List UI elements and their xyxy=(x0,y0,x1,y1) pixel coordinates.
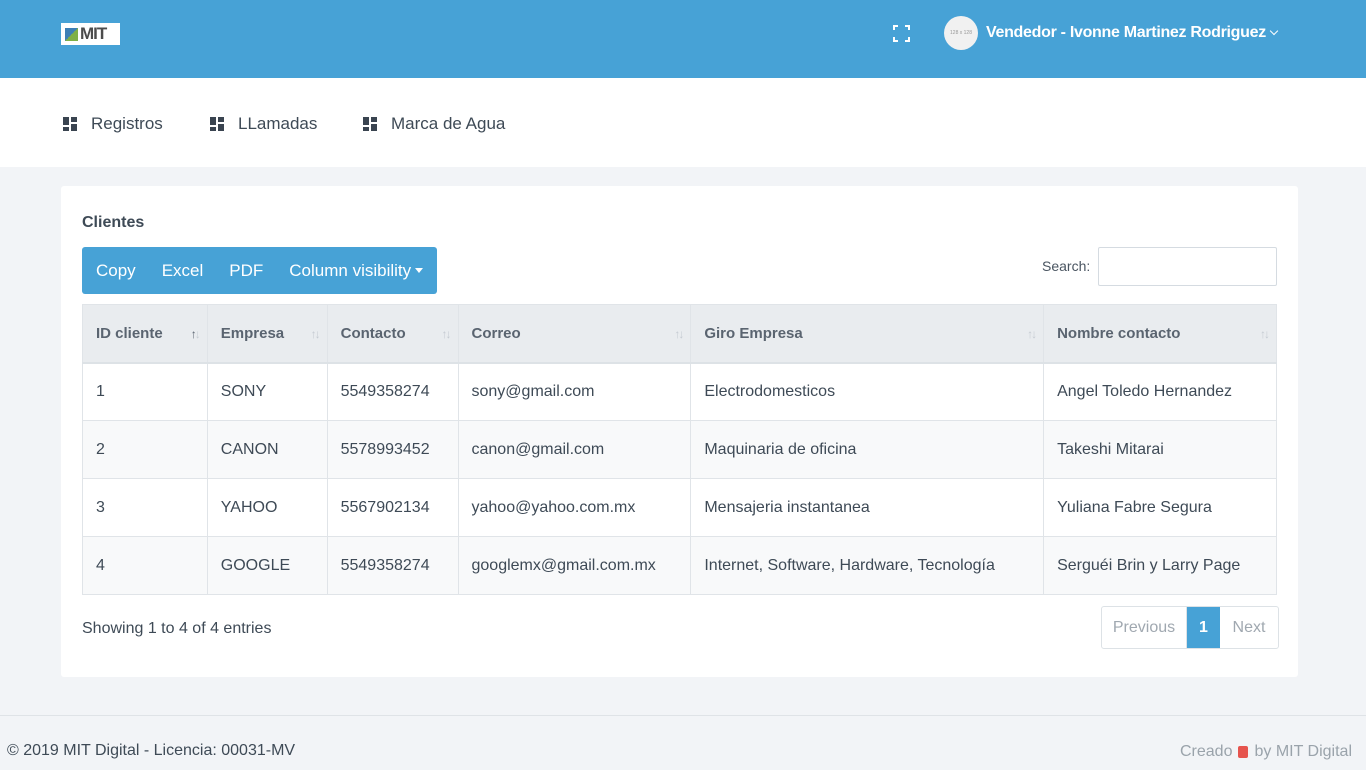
cell-empresa: GOOGLE xyxy=(206,536,328,595)
fullscreen-icon[interactable] xyxy=(893,25,910,42)
table-row[interactable]: 1 SONY 5549358274 sony@gmail.com Electro… xyxy=(82,362,1277,421)
nav-item-llamadas[interactable]: LLamadas xyxy=(210,114,317,134)
cell-id: 4 xyxy=(82,536,208,595)
dashboard-icon xyxy=(363,117,377,131)
table-header-row: ID cliente ↑↓ Empresa ↑↓ Contacto ↑↓ Correo… xyxy=(82,304,1277,364)
nav-item-label: LLamadas xyxy=(238,114,318,133)
cell-empresa: YAHOO xyxy=(206,478,328,537)
column-header-giro-empresa[interactable]: Giro Empresa ↑↓ xyxy=(690,304,1045,364)
nav-item-marca-de-agua[interactable]: Marca de Agua xyxy=(363,114,505,134)
table-row[interactable]: 2 CANON 5578993452 canon@gmail.com Maqui… xyxy=(82,420,1277,479)
brand-logo[interactable]: MIT xyxy=(61,23,120,45)
dashboard-icon xyxy=(63,117,77,131)
dashboard-icon xyxy=(210,117,224,131)
cell-contacto: 5549358274 xyxy=(326,536,459,595)
next-page-button[interactable]: Next xyxy=(1220,607,1278,648)
column-header-empresa[interactable]: Empresa ↑↓ xyxy=(206,304,328,364)
nav-item-label: Registros xyxy=(91,114,163,133)
sort-icon: ↑↓ xyxy=(441,327,452,341)
cell-contacto: 5549358274 xyxy=(326,362,459,421)
table-info: Showing 1 to 4 of 4 entries xyxy=(82,620,272,637)
cell-id: 1 xyxy=(82,362,208,421)
sort-icon: ↑↓ xyxy=(310,327,321,341)
column-header-nombre-contacto[interactable]: Nombre contacto ↑↓ xyxy=(1043,304,1277,364)
search-input[interactable] xyxy=(1098,247,1277,286)
logo-mark-icon xyxy=(65,27,78,41)
table-row[interactable]: 3 YAHOO 5567902134 yahoo@yahoo.com.mx Me… xyxy=(82,478,1277,537)
excel-button[interactable]: Excel xyxy=(162,261,204,281)
column-visibility-label: Column visibility xyxy=(289,260,412,280)
cell-correo: googlemx@gmail.com.mx xyxy=(457,536,692,595)
cell-empresa: CANON xyxy=(206,420,328,479)
cell-contacto: 5567902134 xyxy=(326,478,459,537)
cell-giro: Electrodomesticos xyxy=(690,362,1045,421)
cell-giro: Maquinaria de oficina xyxy=(690,420,1045,479)
cell-nombre: Yuliana Fabre Segura xyxy=(1043,478,1277,537)
main-nav: Registros LLamadas Marca de Agua xyxy=(0,78,1366,167)
avatar[interactable]: 128 x 128 xyxy=(944,16,978,50)
column-header-contacto[interactable]: Contacto ↑↓ xyxy=(326,304,459,364)
top-header: MIT 128 x 128 Vendedor - Ivonne Martinez… xyxy=(0,0,1366,78)
search-label: Search: xyxy=(1042,258,1091,274)
cell-correo: canon@gmail.com xyxy=(457,420,692,479)
cell-id: 2 xyxy=(82,420,208,479)
cell-nombre: Angel Toledo Hernandez xyxy=(1043,362,1277,421)
copyright-text: © 2019 MIT Digital - Licencia: 00031-MV xyxy=(7,742,296,759)
sort-asc-icon: ↑↓ xyxy=(190,327,201,341)
clients-table: ID cliente ↑↓ Empresa ↑↓ Contacto ↑↓ Correo… xyxy=(82,304,1277,595)
cell-contacto: 5578993452 xyxy=(326,420,459,479)
chevron-down-icon[interactable] xyxy=(1269,26,1279,36)
logo-text: MIT xyxy=(80,24,107,43)
cell-id: 3 xyxy=(82,478,208,537)
credit-prefix: Creado xyxy=(1180,743,1233,760)
cell-empresa: SONY xyxy=(206,362,328,421)
clients-card: Clientes Copy Excel PDF Column visibilit… xyxy=(61,186,1298,677)
pagination: Previous 1 Next xyxy=(1101,606,1279,649)
pdf-button[interactable]: PDF xyxy=(229,261,263,281)
card-title: Clientes xyxy=(82,214,145,231)
cell-nombre: Serguéi Brin y Larry Page xyxy=(1043,536,1277,595)
sort-icon: ↑↓ xyxy=(1260,327,1270,341)
column-header-correo[interactable]: Correo ↑↓ xyxy=(457,304,692,364)
cell-giro: Internet, Software, Hardware, Tecnología xyxy=(690,536,1045,595)
user-menu-name[interactable]: Vendedor - Ivonne Martinez Rodriguez xyxy=(986,24,1266,42)
footer: © 2019 MIT Digital - Licencia: 00031-MV … xyxy=(0,715,1366,770)
heart-icon xyxy=(1238,746,1249,758)
table-row[interactable]: 4 GOOGLE 5549358274 googlemx@gmail.com.m… xyxy=(82,536,1277,595)
column-header-id-cliente[interactable]: ID cliente ↑↓ xyxy=(82,304,208,364)
copy-button[interactable]: Copy xyxy=(96,261,136,281)
nav-item-label: Marca de Agua xyxy=(391,114,506,133)
cell-correo: yahoo@yahoo.com.mx xyxy=(457,478,692,537)
column-visibility-button[interactable]: Column visibility xyxy=(289,260,424,281)
caret-down-icon xyxy=(415,267,424,273)
cell-giro: Mensajeria instantanea xyxy=(690,478,1045,537)
cell-nombre: Takeshi Mitarai xyxy=(1043,420,1277,479)
credit-text: Creado by MIT Digital xyxy=(1180,743,1352,761)
credit-suffix: by MIT Digital xyxy=(1254,743,1352,760)
nav-item-registros[interactable]: Registros xyxy=(63,114,163,134)
export-button-group: Copy Excel PDF Column visibility xyxy=(82,247,438,294)
previous-page-button[interactable]: Previous xyxy=(1102,607,1187,648)
sort-icon: ↑↓ xyxy=(674,327,684,341)
cell-correo: sony@gmail.com xyxy=(457,362,692,421)
page-1-button[interactable]: 1 xyxy=(1187,607,1220,648)
sort-icon: ↑↓ xyxy=(1027,327,1037,341)
